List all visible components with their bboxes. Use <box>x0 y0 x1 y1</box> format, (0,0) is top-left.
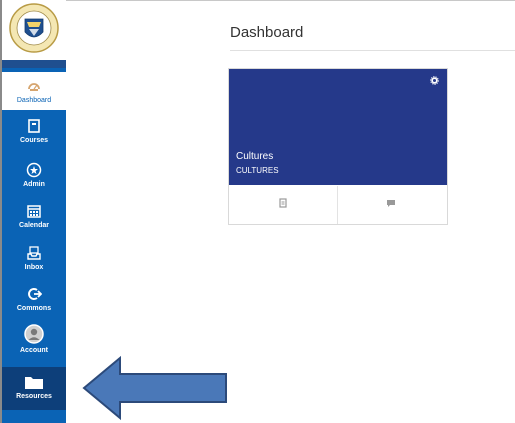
account-icon <box>24 324 44 344</box>
sidebar-item-label-account: Account <box>20 347 48 354</box>
sidebar-item-label-resources: Resources <box>16 393 52 400</box>
left-pointing-arrow-annotation <box>82 355 227 421</box>
sidebar-item-label-courses: Courses <box>19 137 48 144</box>
title-divider <box>230 50 515 51</box>
sidebar-item-inbox[interactable]: Inbox <box>2 245 66 281</box>
page-title: Dashboard <box>230 24 304 41</box>
course-card-header[interactable]: Cultures CULTURES <box>229 69 447 185</box>
sidebar-item-label-commons: Commons <box>16 305 52 312</box>
logo-underline-bar <box>2 60 66 68</box>
discussion-icon[interactable] <box>386 198 396 208</box>
course-card[interactable]: Cultures CULTURES <box>228 68 448 225</box>
sidebar-item-label-dashboard: Dashboard <box>16 97 52 104</box>
sidebar-item-courses[interactable]: Courses <box>2 118 66 154</box>
course-card-action-divider <box>337 186 338 224</box>
dashboard-icon <box>28 83 40 91</box>
sidebar-item-label-calendar: Calendar <box>19 222 49 229</box>
gear-icon[interactable] <box>430 76 439 85</box>
commons-icon <box>28 288 42 300</box>
folder-icon <box>25 377 43 389</box>
sidebar-item-label-inbox: Inbox <box>24 264 44 271</box>
sidebar-item-dashboard[interactable]: Dashboard <box>2 72 66 110</box>
sidebar-item-account[interactable]: Account <box>2 324 66 360</box>
sidebar-item-label-admin: Admin <box>23 181 45 188</box>
sidebar-item-commons[interactable]: Commons <box>2 286 66 322</box>
course-card-title[interactable]: Cultures <box>236 151 273 162</box>
calendar-icon <box>27 205 41 218</box>
course-card-actions <box>229 186 447 224</box>
course-card-code: CULTURES <box>236 166 279 175</box>
university-seal-logo[interactable] <box>9 3 59 53</box>
global-navigation: Dashboard Courses Admin Calendar Inbox C… <box>2 0 66 423</box>
admin-shield-icon <box>26 162 42 178</box>
inbox-icon <box>27 246 41 260</box>
window-top-border <box>0 0 515 1</box>
sidebar-item-resources[interactable]: Resources <box>2 367 66 410</box>
logo-area[interactable] <box>2 0 66 60</box>
sidebar-item-admin[interactable]: Admin <box>2 162 66 198</box>
assignment-icon[interactable] <box>278 198 288 208</box>
sidebar-item-calendar[interactable]: Calendar <box>2 203 66 239</box>
courses-icon <box>28 119 40 133</box>
